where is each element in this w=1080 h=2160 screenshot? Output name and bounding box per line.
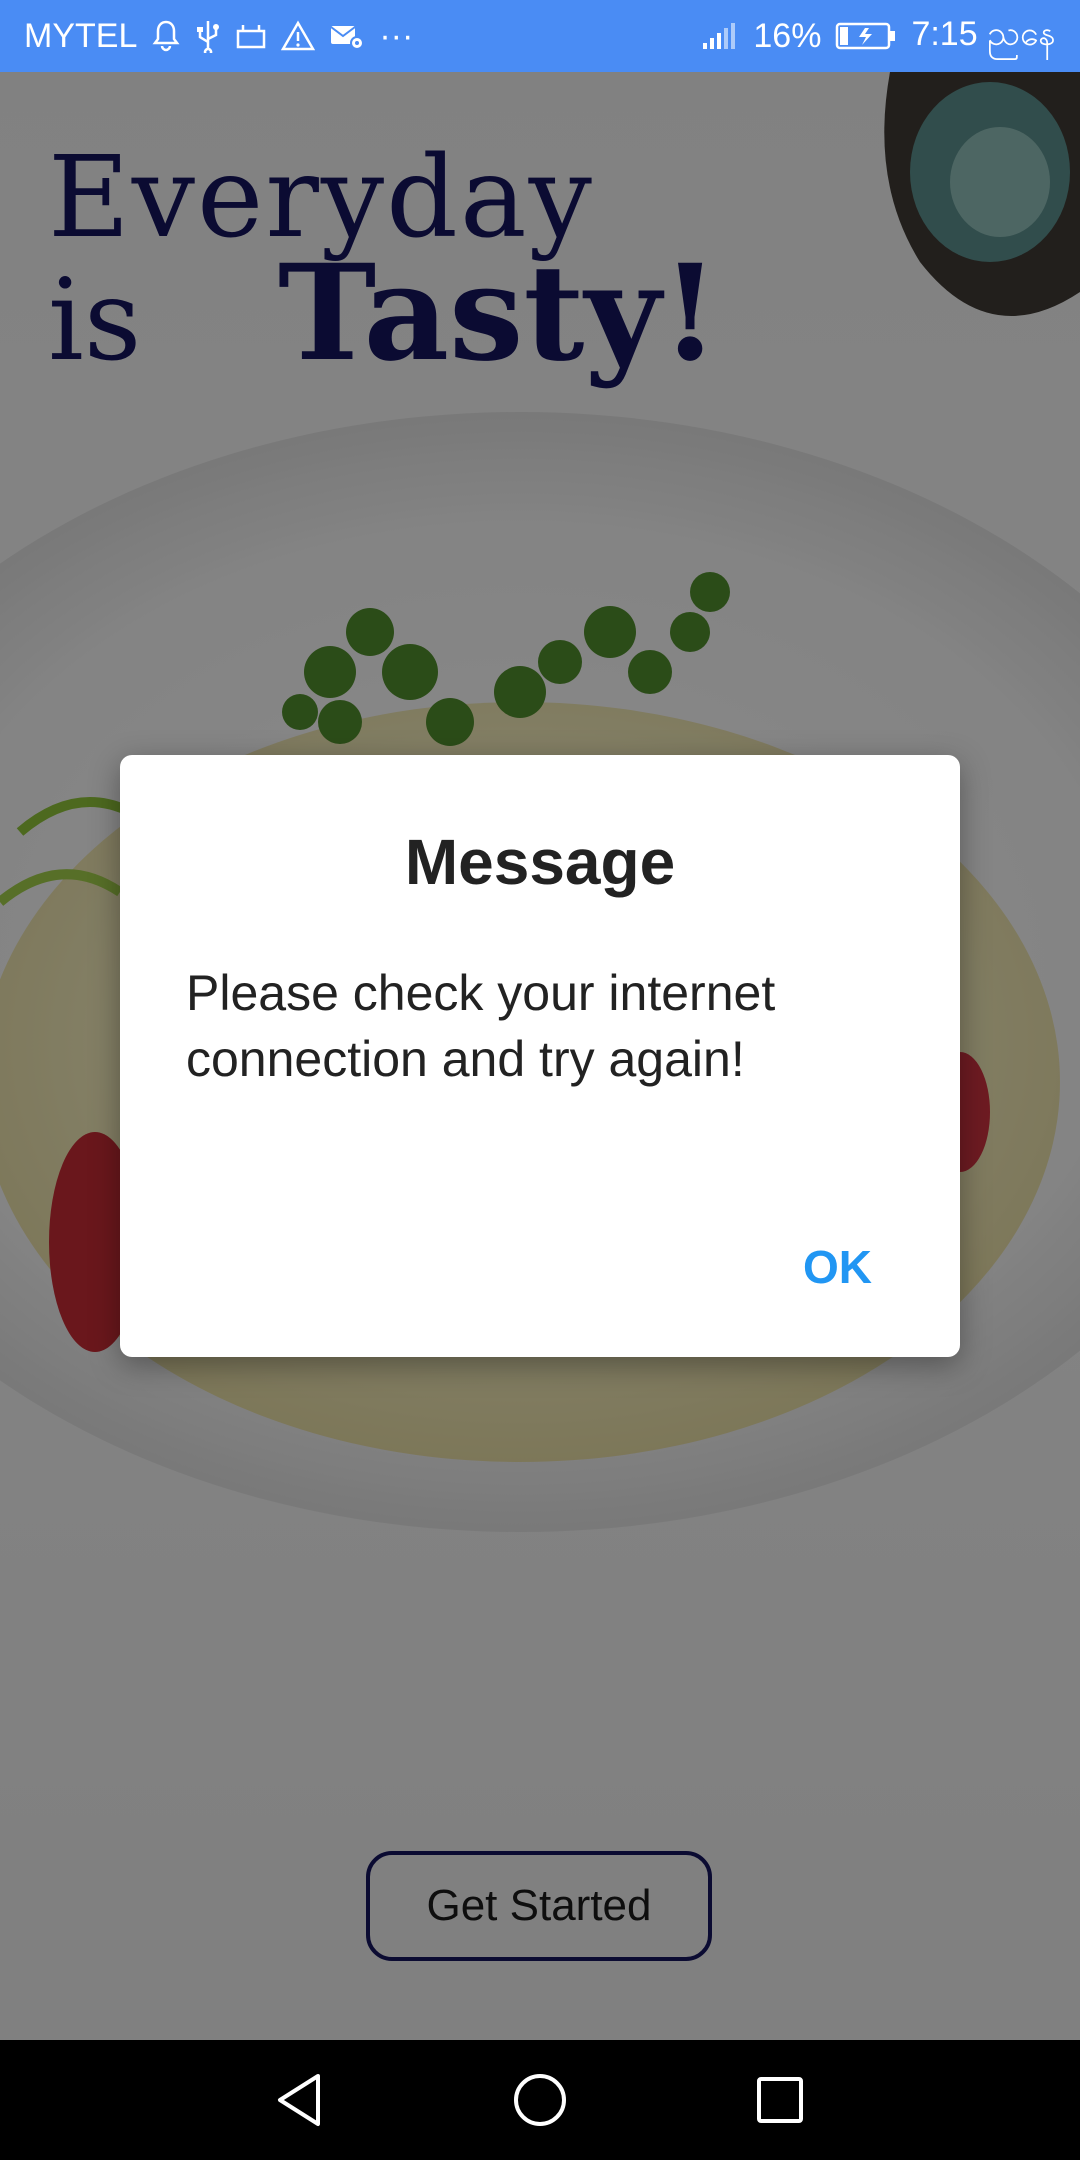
recents-button[interactable] xyxy=(748,2070,812,2134)
battery-percent: 16% xyxy=(753,16,822,55)
ok-button[interactable]: OK xyxy=(803,1230,872,1304)
signal-icon xyxy=(701,21,739,51)
warning-icon xyxy=(281,20,316,52)
dialog-title: Message xyxy=(404,826,676,898)
bell-icon xyxy=(151,19,181,53)
screen: MYTEL ··· 16% 7:15 ညနေ Everyday is Tasty… xyxy=(0,0,1080,2160)
clock: 7:15 ညနေ xyxy=(911,14,1056,53)
dialog-message: Please check your internet connection an… xyxy=(186,965,776,1087)
home-button[interactable] xyxy=(508,2070,572,2134)
battery-charging-icon xyxy=(835,21,897,51)
status-left: MYTEL ··· xyxy=(24,17,413,56)
home-icon xyxy=(512,2072,568,2133)
carrier-name: MYTEL xyxy=(24,16,138,55)
usb-icon xyxy=(195,19,221,53)
message-dialog: Message Please check your internet conne… xyxy=(120,755,960,1357)
tray-icon xyxy=(235,21,267,51)
mail-gear-icon xyxy=(329,21,365,51)
navigation-bar xyxy=(0,2040,1080,2160)
recents-icon xyxy=(755,2075,805,2130)
back-icon xyxy=(274,2072,326,2133)
more-indicator: ··· xyxy=(379,16,414,55)
status-right: 16% 7:15 ညနေ xyxy=(701,11,1056,62)
status-bar: MYTEL ··· 16% 7:15 ညနေ xyxy=(0,0,1080,72)
back-button[interactable] xyxy=(268,2070,332,2134)
